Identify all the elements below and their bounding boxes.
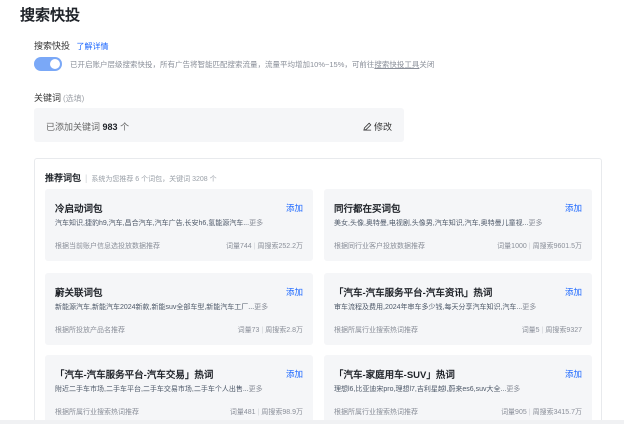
desc-suffix: 关闭 — [419, 60, 435, 69]
add-package-button[interactable]: 添加 — [565, 202, 582, 214]
word-volume: 词量1000 — [497, 243, 527, 250]
recommend-subtitle: 系统为您推荐 6 个词包，关键词 3208 个 — [91, 176, 217, 183]
keyword-list: 附近二手车市场,二手车平台,二手车交易市场,二手车个人出售... — [55, 386, 249, 393]
card-stats: 词量1000 | 周搜索9601.5万 — [497, 243, 582, 250]
word-volume: 词量5 — [521, 327, 540, 334]
card-keywords: 美女,头像,奥特曼,电视剧,头像男,汽车知识,汽车,奥特曼儿童视...更多 — [334, 218, 584, 228]
add-package-button[interactable]: 添加 — [286, 286, 303, 298]
quick-boost-label: 搜索快投 — [34, 41, 71, 51]
added-suffix: 个 — [120, 122, 130, 132]
add-package-button[interactable]: 添加 — [286, 202, 303, 214]
weekly-search: 周搜索252.2万 — [257, 243, 303, 250]
quick-boost-description: 已开启账户层级搜索快投，所有广告将智能匹配搜索流量，流量平均增加10%~15%，… — [70, 59, 434, 70]
card-source: 根据所属行业搜索热词推荐 — [55, 409, 139, 416]
recommend-panel: 推荐词包 | 系统为您推荐 6 个词包，关键词 3208 个 冷启动词包 添加 汽车… — [34, 158, 602, 424]
weekly-search: 周搜索9327 — [545, 327, 582, 334]
word-volume: 词量744 — [225, 243, 252, 250]
page-title: 搜索快投 — [20, 7, 81, 24]
quick-boost-toggle[interactable] — [34, 57, 62, 71]
pencil-icon — [363, 122, 372, 131]
card-stats: 词量905 | 周搜索3415.7万 — [501, 409, 582, 416]
card-stats: 词量73 | 周搜索2.8万 — [237, 327, 303, 334]
bottom-divider — [0, 420, 624, 424]
card-title: 「汽车-汽车服务平台-汽车交易」热词 — [55, 370, 214, 381]
card-keywords: 审车流程及费用,2024年审车多少钱,每天分享汽车知识,汽车...更多 — [334, 302, 584, 312]
keyword-package-card: 「汽车-汽车服务平台-汽车资讯」热词 添加 审车流程及费用,2024年审车多少钱… — [324, 273, 592, 345]
add-package-button[interactable]: 添加 — [565, 368, 582, 380]
card-stats: 词量5 | 周搜索9327 — [521, 327, 582, 334]
add-package-button[interactable]: 添加 — [565, 286, 582, 298]
card-title: 同行都在买词包 — [334, 204, 401, 215]
card-keywords: 理想l6,比亚迪宋pro,理想l7,吉利星越l,蔚来es6,suv大全...更多 — [334, 384, 584, 394]
toggle-knob — [50, 59, 60, 69]
weekly-search: 周搜索3415.7万 — [532, 409, 582, 416]
card-keywords: 汽车知识,捷豹h9,汽车,昌合汽车,汽车广告,长安h6,氢能源汽车...更多 — [55, 218, 305, 228]
keyword-package-card: 同行都在买词包 添加 美女,头像,奥特曼,电视剧,头像男,汽车知识,汽车,奥特曼… — [324, 189, 592, 261]
card-source: 根据同行业客户投放数据推荐 — [334, 243, 425, 250]
edit-label: 修改 — [373, 122, 392, 132]
card-keywords: 附近二手车市场,二手车平台,二手车交易市场,二手车个人出售...更多 — [55, 384, 305, 394]
recommend-header: 推荐词包 | 系统为您推荐 6 个词包，关键词 3208 个 — [45, 171, 217, 184]
added-prefix: 已添加关键词 — [46, 122, 101, 132]
card-source: 根据所属行业搜索热词推荐 — [334, 327, 418, 334]
more-link[interactable]: 更多 — [254, 304, 268, 311]
quick-boost-tool-link[interactable]: 搜索快投工具 — [374, 60, 419, 69]
add-package-button[interactable]: 添加 — [286, 368, 303, 380]
recommend-title: 推荐词包 — [45, 173, 82, 183]
card-title: 「汽车-汽车服务平台-汽车资讯」热词 — [334, 288, 493, 299]
card-source: 根据所投放产品名推荐 — [55, 327, 125, 334]
more-link[interactable]: 更多 — [249, 386, 263, 393]
more-link[interactable]: 更多 — [249, 220, 263, 227]
keywords-box: 已添加关键词 983 个 修改 — [34, 108, 404, 142]
keywords-added-text: 已添加关键词 983 个 — [46, 120, 129, 133]
card-title: 冷启动词包 — [55, 204, 103, 215]
weekly-search: 周搜索9601.5万 — [532, 243, 582, 250]
keyword-list: 新能源汽车,新能汽车2024新款,新能suv全部车型,新能汽车工厂... — [55, 304, 255, 311]
learn-more-link[interactable]: 了解详情 — [77, 42, 109, 51]
keyword-list: 理想l6,比亚迪宋pro,理想l7,吉利星越l,蔚来es6,suv大全... — [334, 386, 507, 393]
added-count: 983 — [102, 122, 118, 132]
edit-keywords-button[interactable]: 修改 — [363, 120, 392, 133]
keyword-package-card: 「汽车-家庭用车-SUV」热词 添加 理想l6,比亚迪宋pro,理想l7,吉利星… — [324, 355, 592, 424]
word-volume: 词量481 — [229, 409, 256, 416]
more-link[interactable]: 更多 — [506, 386, 520, 393]
word-volume: 词量905 — [501, 409, 527, 416]
more-link[interactable]: 更多 — [528, 220, 542, 227]
quick-boost-row: 搜索快投 了解详情 — [34, 39, 109, 52]
keywords-label: 关键词 — [34, 93, 62, 103]
keyword-package-card: 「汽车-汽车服务平台-汽车交易」热词 添加 附近二手车市场,二手车平台,二手车交… — [45, 355, 313, 424]
keyword-list: 汽车知识,捷豹h9,汽车,昌合汽车,汽车广告,长安h6,氢能源汽车... — [55, 220, 250, 227]
keyword-list: 审车流程及费用,2024年审车多少钱,每天分享汽车知识,汽车... — [334, 304, 523, 311]
header-divider: | — [85, 173, 88, 183]
desc-prefix: 已开启账户层级搜索快投，所有广告将智能匹配搜索流量，流量平均增加10%~15%，… — [70, 60, 375, 69]
word-volume: 词量73 — [237, 327, 260, 334]
card-stats: 词量744 | 周搜索252.2万 — [225, 243, 303, 250]
card-source: 根据所属行业搜索热词推荐 — [334, 409, 418, 416]
keyword-list: 美女,头像,奥特曼,电视剧,头像男,汽车知识,汽车,奥特曼儿童视... — [334, 220, 529, 227]
keywords-hint: (选填) — [63, 94, 85, 103]
card-title: 蔚关联词包 — [55, 288, 103, 299]
more-link[interactable]: 更多 — [522, 304, 536, 311]
keywords-label-row: 关键词 (选填) — [34, 91, 84, 104]
keyword-package-card: 冷启动词包 添加 汽车知识,捷豹h9,汽车,昌合汽车,汽车广告,长安h6,氢能源… — [45, 189, 313, 261]
card-keywords: 新能源汽车,新能汽车2024新款,新能suv全部车型,新能汽车工厂...更多 — [55, 302, 305, 312]
card-source: 根据当前账户信息选投放数据推荐 — [55, 243, 160, 250]
weekly-search: 周搜索98.9万 — [261, 409, 303, 416]
card-stats: 词量481 | 周搜索98.9万 — [229, 409, 303, 416]
weekly-search: 周搜索2.8万 — [265, 327, 303, 334]
card-title: 「汽车-家庭用车-SUV」热词 — [334, 370, 455, 381]
keyword-package-card: 蔚关联词包 添加 新能源汽车,新能汽车2024新款,新能suv全部车型,新能汽车… — [45, 273, 313, 345]
